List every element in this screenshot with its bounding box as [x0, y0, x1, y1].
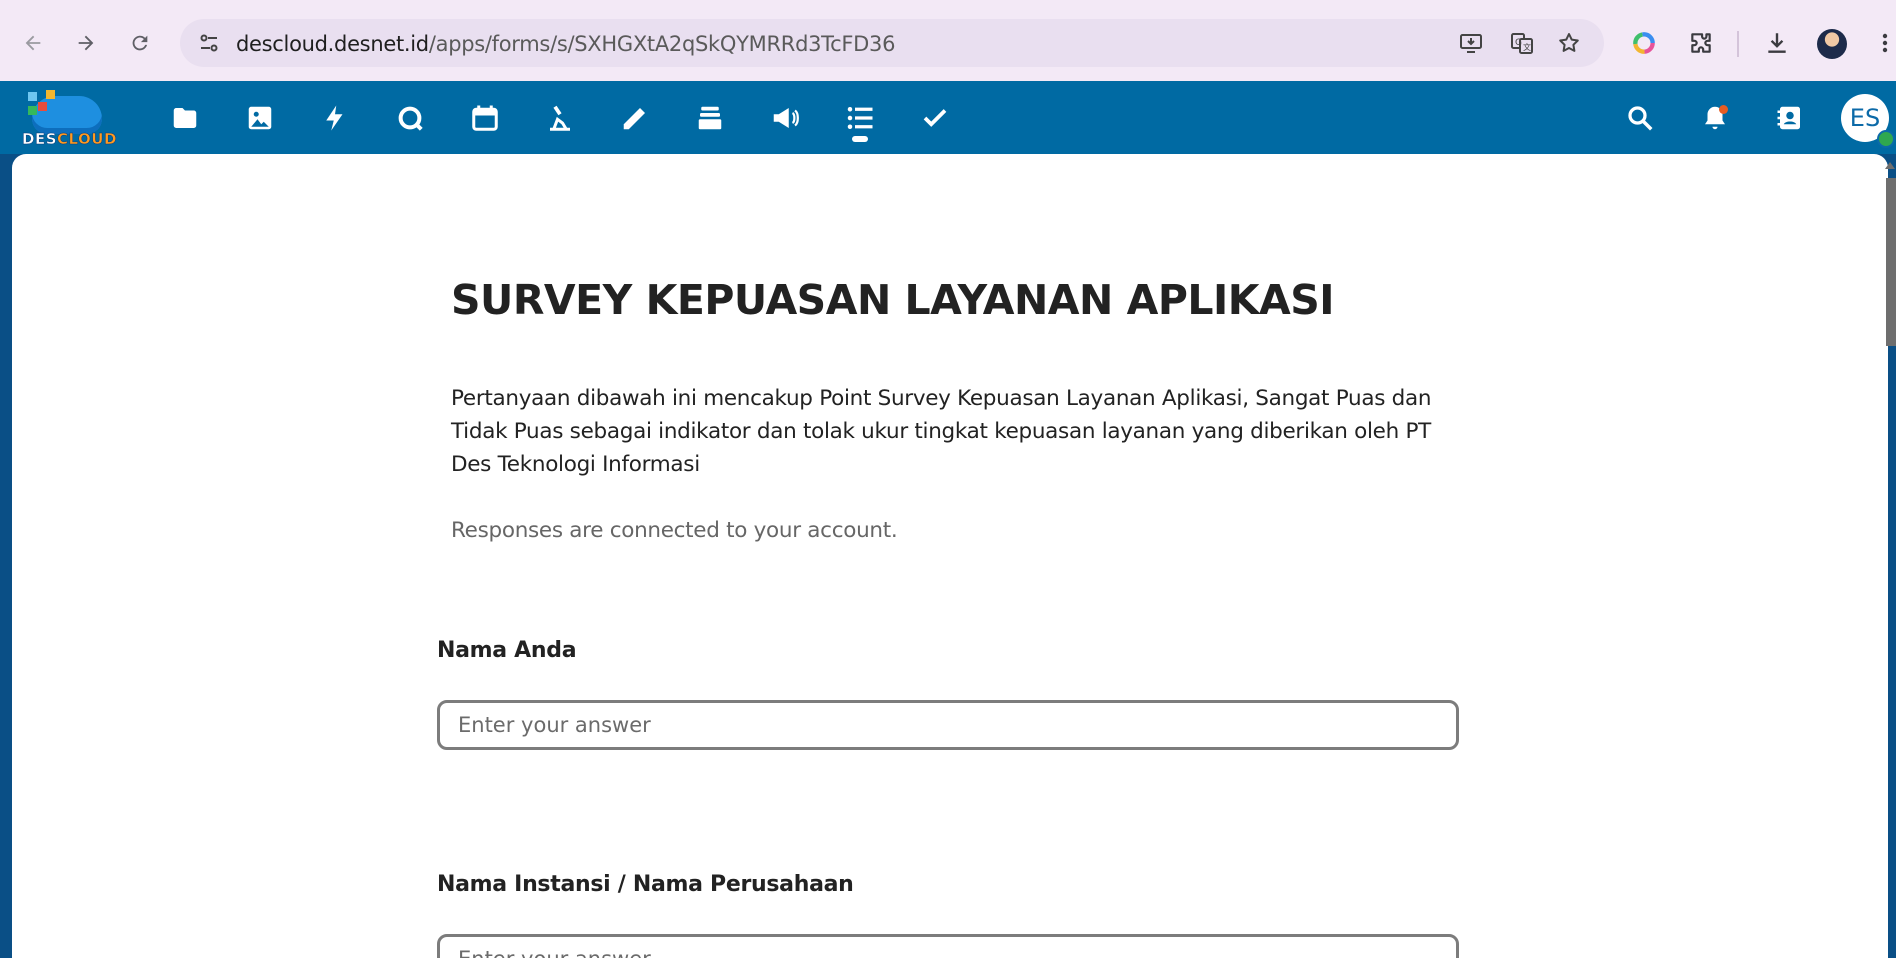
form-page: SURVEY KEPUASAN LAYANAN APLIKASI Pertany…	[12, 154, 1888, 958]
app-stack[interactable]	[690, 98, 730, 138]
app-header: DESCLOUD ES	[0, 81, 1896, 154]
color-extension-button[interactable]	[1626, 25, 1662, 61]
address-bar[interactable]: descloud.desnet.id/apps/forms/s/SXHGXtA2…	[180, 19, 1604, 67]
form-title: SURVEY KEPUASAN LAYANAN APLIKASI	[451, 276, 1335, 324]
announcements-icon	[773, 108, 799, 128]
reload-icon	[132, 35, 148, 51]
form-description: Pertanyaan dibawah ini mencakup Point Su…	[451, 386, 1432, 477]
active-app-indicator	[852, 136, 868, 142]
forward-icon	[78, 35, 94, 51]
app-photos[interactable]	[240, 98, 280, 138]
files-icon	[173, 108, 197, 128]
download-icon	[1768, 33, 1786, 53]
descloud-logo[interactable]: DESCLOUD	[20, 86, 117, 152]
tasks-icon	[923, 109, 947, 127]
app-calendar[interactable]	[465, 98, 505, 138]
color-extension-icon	[1633, 32, 1655, 54]
answer-input-nama-instansi[interactable]	[437, 934, 1459, 958]
question-label-nama-anda: Nama Anda	[437, 638, 577, 663]
app-activity[interactable]	[315, 98, 355, 138]
tab-strip	[0, 0, 1896, 8]
url-text[interactable]: descloud.desnet.id/apps/forms/s/SXHGXtA2…	[236, 32, 895, 56]
notes-icon	[623, 108, 645, 130]
response-account-note: Responses are connected to your account.	[451, 518, 898, 543]
svg-text:G: G	[1515, 38, 1522, 48]
app-deck[interactable]	[540, 98, 580, 138]
app-tasks[interactable]	[915, 98, 955, 138]
photos-icon	[248, 106, 272, 130]
notifications-button[interactable]	[1695, 98, 1735, 138]
bookmark-button[interactable]	[1554, 28, 1584, 58]
app-talk[interactable]	[390, 98, 430, 138]
search-icon	[1628, 106, 1653, 131]
user-initials: ES	[1849, 104, 1881, 132]
app-forms[interactable]	[840, 98, 880, 138]
scroll-up-arrow[interactable]	[1885, 162, 1895, 169]
bookmark-star-icon	[1559, 33, 1579, 52]
extensions-button[interactable]	[1683, 25, 1719, 61]
logo-text-des: DES	[22, 130, 58, 149]
profile-avatar[interactable]	[1817, 29, 1847, 59]
stack-icon	[698, 106, 722, 130]
forms-icon	[847, 107, 873, 129]
url-domain: descloud.desnet.id	[236, 32, 429, 56]
extensions-icon	[1691, 33, 1711, 53]
translate-button[interactable]: G文	[1507, 28, 1537, 58]
calendar-icon	[472, 105, 498, 131]
contacts-icon	[1777, 106, 1800, 130]
logo-text-cloud: CLOUD	[57, 130, 117, 149]
deck-icon	[550, 105, 570, 131]
translate-icon: G文	[1511, 33, 1533, 54]
forward-button[interactable]	[69, 26, 103, 60]
reload-button[interactable]	[123, 26, 157, 60]
answer-input-nama-anda[interactable]	[437, 700, 1459, 750]
app-files[interactable]	[165, 98, 205, 138]
talk-icon	[398, 106, 423, 131]
browser-toolbar: descloud.desnet.id/apps/forms/s/SXHGXtA2…	[0, 0, 1896, 81]
activity-icon	[326, 105, 343, 131]
page-scrollbar[interactable]	[1886, 178, 1896, 346]
svg-text:文: 文	[1523, 42, 1531, 52]
more-menu-icon	[1882, 33, 1888, 53]
install-app-icon	[1460, 34, 1482, 53]
app-notes[interactable]	[615, 98, 655, 138]
back-icon	[25, 35, 41, 51]
url-path: /apps/forms/s/SXHGXtA2qSkQYMRRd3TcFD36	[428, 32, 896, 56]
downloads-button[interactable]	[1759, 25, 1795, 61]
toolbar-divider	[1737, 31, 1739, 57]
back-button[interactable]	[16, 26, 50, 60]
contacts-menu-button[interactable]	[1770, 98, 1810, 138]
online-status-dot	[1877, 130, 1895, 148]
site-info-icon	[200, 34, 218, 52]
unified-search-button[interactable]	[1620, 98, 1660, 138]
notification-badge	[1719, 105, 1728, 114]
install-app-button[interactable]	[1456, 28, 1486, 58]
app-announcements[interactable]	[765, 98, 805, 138]
site-info-button[interactable]	[192, 26, 226, 60]
question-label-nama-instansi: Nama Instansi / Nama Perusahaan	[437, 872, 854, 897]
logo-text: DESCLOUD	[22, 130, 117, 149]
more-menu-button[interactable]	[1874, 25, 1896, 61]
